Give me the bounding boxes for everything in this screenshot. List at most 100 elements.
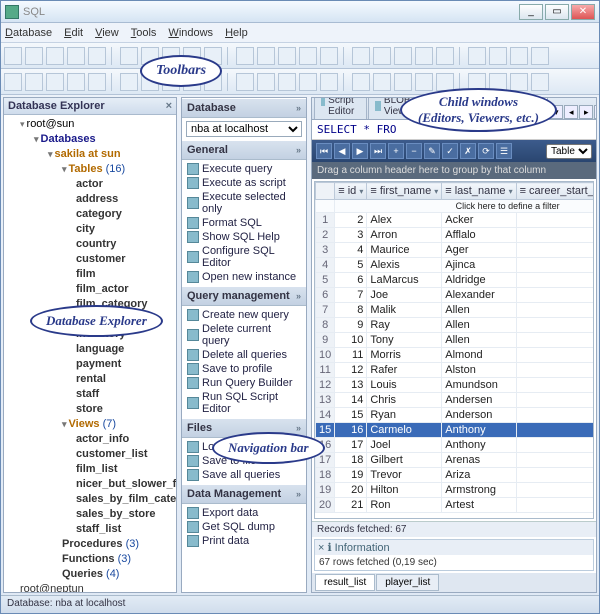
toolbar-button[interactable]	[468, 47, 486, 65]
result-tab[interactable]: result_list	[315, 574, 375, 591]
action-item[interactable]: Execute query	[185, 162, 303, 176]
toolbar-button[interactable]	[373, 73, 391, 91]
tabs-next-button[interactable]: ▸	[579, 105, 593, 119]
toolbar-button[interactable]	[204, 47, 222, 65]
tree-node[interactable]: root@neptun	[20, 582, 174, 592]
close-button[interactable]: ✕	[571, 4, 595, 20]
toolbar-button[interactable]	[531, 73, 549, 91]
toolbar-button[interactable]	[88, 47, 106, 65]
section-head[interactable]: Files»	[182, 418, 306, 438]
toolbar-button[interactable]	[468, 73, 486, 91]
table-row[interactable]: 1920HiltonArmstrong2006	[316, 483, 595, 498]
tree-node[interactable]: category	[76, 207, 174, 222]
nav-first-button[interactable]: ⏮	[316, 143, 332, 159]
nav-refresh-button[interactable]: ⟳	[478, 143, 494, 159]
nav-filter-button[interactable]: ☰	[496, 143, 512, 159]
tree-node[interactable]: Databasessakila at sunTables (16)actorad…	[34, 132, 174, 582]
toolbar-button[interactable]	[415, 47, 433, 65]
toolbar-button[interactable]	[257, 73, 275, 91]
toolbar-button[interactable]	[299, 73, 317, 91]
tree-node[interactable]: Procedures (3)	[62, 537, 174, 552]
sql-text[interactable]: SELECT * FRO	[312, 120, 596, 140]
toolbar-button[interactable]	[141, 47, 159, 65]
nav-edit-button[interactable]: ✎	[424, 143, 440, 159]
section-head[interactable]: Data Management»	[182, 484, 306, 504]
toolbar-button[interactable]	[88, 73, 106, 91]
toolbar-button[interactable]	[510, 47, 528, 65]
tree-node[interactable]: Tables (16)actoraddresscategorycitycount…	[62, 162, 174, 417]
toolbar-button[interactable]	[4, 73, 22, 91]
tabs-prev-button[interactable]: ◂	[564, 105, 578, 119]
tree-node[interactable]: film_list	[76, 462, 174, 477]
table-row[interactable]: 45AlexisAjinca2008	[316, 258, 595, 273]
table-row[interactable]: 12AlexAcker2007	[316, 213, 595, 228]
view-mode-select[interactable]: Table	[546, 144, 592, 159]
info-close-icon[interactable]: ×	[318, 542, 324, 554]
action-item[interactable]: Delete all queries	[185, 348, 303, 362]
database-tree[interactable]: root@sunDatabasessakila at sunTables (16…	[4, 115, 176, 592]
toolbar-button[interactable]	[531, 47, 549, 65]
table-row[interactable]: 1011MorrisAlmond2007	[316, 348, 595, 363]
tree-node[interactable]: film_actor	[76, 282, 174, 297]
table-row[interactable]: 1617JoelAnthony2007	[316, 438, 595, 453]
toolbar-button[interactable]	[415, 73, 433, 91]
table-row[interactable]: 2021RonArtest1999	[316, 498, 595, 513]
toolbar-button[interactable]	[162, 47, 180, 65]
toolbar-button[interactable]	[257, 47, 275, 65]
table-row[interactable]: 78MalikAllen2001	[316, 303, 595, 318]
tree-node[interactable]: actor	[76, 177, 174, 192]
action-item[interactable]: Save all queries	[185, 468, 303, 482]
action-item[interactable]: Configure SQL Editor	[185, 244, 303, 270]
tree-node[interactable]: film_category	[76, 297, 174, 312]
table-row[interactable]: 56LaMarcusAldridge2006	[316, 273, 595, 288]
section-head[interactable]: Query management»	[182, 286, 306, 306]
action-item[interactable]: Load from file	[185, 440, 303, 454]
nav-cancel-button[interactable]: ✗	[460, 143, 476, 159]
tree-node[interactable]: actor_info	[76, 432, 174, 447]
tree-node[interactable]: Queries (4)	[62, 567, 174, 582]
column-header[interactable]: ≡ first_name ▾	[367, 183, 442, 200]
tabs-close-button[interactable]: ×	[594, 105, 596, 119]
tree-node[interactable]: staff	[76, 387, 174, 402]
filter-hint[interactable]: Click here to define a filter	[335, 200, 594, 213]
table-row[interactable]: 67JoeAlexander2008	[316, 288, 595, 303]
tree-node[interactable]: address	[76, 192, 174, 207]
tabs-menu-button[interactable]: ▾	[549, 105, 563, 119]
toolbar-button[interactable]	[46, 47, 64, 65]
data-grid-wrapper[interactable]: ≡ id ▾≡ first_name ▾≡ last_name ▾≡ caree…	[314, 181, 594, 519]
toolbar-button[interactable]	[352, 73, 370, 91]
action-item[interactable]: Export data	[185, 506, 303, 520]
tree-node[interactable]: language	[76, 342, 174, 357]
table-row[interactable]: 1314ChrisAndersen2002	[316, 393, 595, 408]
tree-node[interactable]: inventory	[76, 327, 174, 342]
toolbar-button[interactable]	[373, 47, 391, 65]
table-row[interactable]: 1718GilbertArenas2001	[316, 453, 595, 468]
nav-prev-button[interactable]: ◀	[334, 143, 350, 159]
toolbar-button[interactable]	[278, 73, 296, 91]
group-hint[interactable]: Drag a column header here to group by th…	[312, 162, 596, 179]
table-row[interactable]: 1516CarmeloAnthony2003	[316, 423, 595, 438]
menu-tools[interactable]: Tools	[131, 27, 157, 39]
panel-close-icon[interactable]: ×	[166, 100, 172, 112]
action-item[interactable]: Run Query Builder	[185, 376, 303, 390]
nav-next-button[interactable]: ▶	[352, 143, 368, 159]
tree-node[interactable]: country	[76, 237, 174, 252]
toolbar-button[interactable]	[489, 73, 507, 91]
toolbar-button[interactable]	[46, 73, 64, 91]
table-row[interactable]: 34MauriceAger2006	[316, 243, 595, 258]
editor-tab[interactable]: SQL Editor: ...	[492, 98, 548, 119]
action-item[interactable]: Execute selected only	[185, 190, 303, 216]
toolbar-button[interactable]	[67, 47, 85, 65]
menu-help[interactable]: Help	[225, 27, 248, 39]
menu-edit[interactable]: Edit	[64, 27, 83, 39]
tree-node[interactable]: nicer_but_slower_film_	[76, 477, 174, 492]
column-header[interactable]: ≡ last_name ▾	[442, 183, 516, 200]
tree-node[interactable]: film	[76, 267, 174, 282]
action-item[interactable]: Show SQL Help	[185, 230, 303, 244]
table-row[interactable]: 910TonyAllen2004	[316, 333, 595, 348]
column-header[interactable]: ≡ career_start_year ▾	[516, 183, 594, 200]
action-item[interactable]: Format SQL	[185, 216, 303, 230]
toolbar-button[interactable]	[67, 73, 85, 91]
toolbar-button[interactable]	[278, 47, 296, 65]
toolbar-button[interactable]	[436, 47, 454, 65]
